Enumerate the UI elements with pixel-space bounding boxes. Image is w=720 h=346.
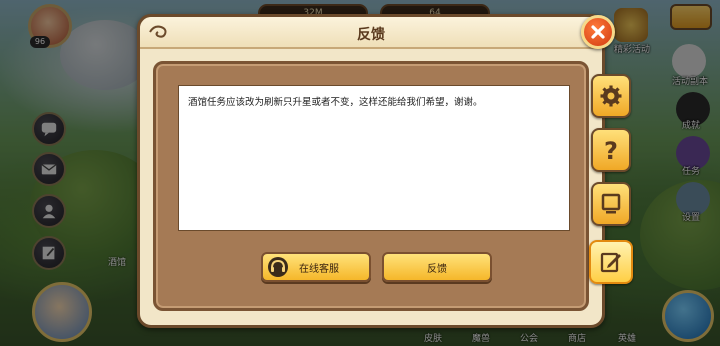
submit-feedback-button[interactable]: 反馈 bbox=[382, 252, 492, 282]
feedback-textarea[interactable]: 酒馆任务应该改为刷新只升星或者不变，这样还能给我们希望，谢谢。 bbox=[178, 85, 570, 231]
online-service-button[interactable]: 在线客服 bbox=[261, 252, 371, 282]
online-service-label: 在线客服 bbox=[299, 263, 339, 275]
monitor-icon bbox=[601, 193, 621, 214]
svg-text:?: ? bbox=[604, 138, 618, 162]
question-mark-icon: ? bbox=[604, 138, 618, 162]
feedback-dialog: 反馈 酒馆任务应该改为刷新只升星或者不变，这样还能给我们希望，谢谢。 在线客服 … bbox=[137, 14, 615, 328]
close-icon bbox=[591, 25, 605, 39]
gear-icon bbox=[600, 85, 622, 107]
content-frame: 酒馆任务应该改为刷新只升星或者不变，这样还能给我们希望，谢谢。 在线客服 反馈 bbox=[153, 61, 589, 311]
tab-settings[interactable] bbox=[591, 74, 631, 118]
tab-help[interactable]: ? bbox=[591, 128, 631, 172]
dialog-title: 反馈 bbox=[357, 27, 385, 43]
close-button[interactable] bbox=[581, 15, 615, 49]
dialog-header: 反馈 bbox=[140, 17, 602, 49]
edit-note-icon bbox=[600, 252, 621, 273]
submit-feedback-label: 反馈 bbox=[427, 263, 447, 275]
headset-icon bbox=[268, 257, 288, 277]
tab-feedback[interactable] bbox=[589, 240, 633, 284]
tab-screen[interactable] bbox=[591, 182, 631, 226]
